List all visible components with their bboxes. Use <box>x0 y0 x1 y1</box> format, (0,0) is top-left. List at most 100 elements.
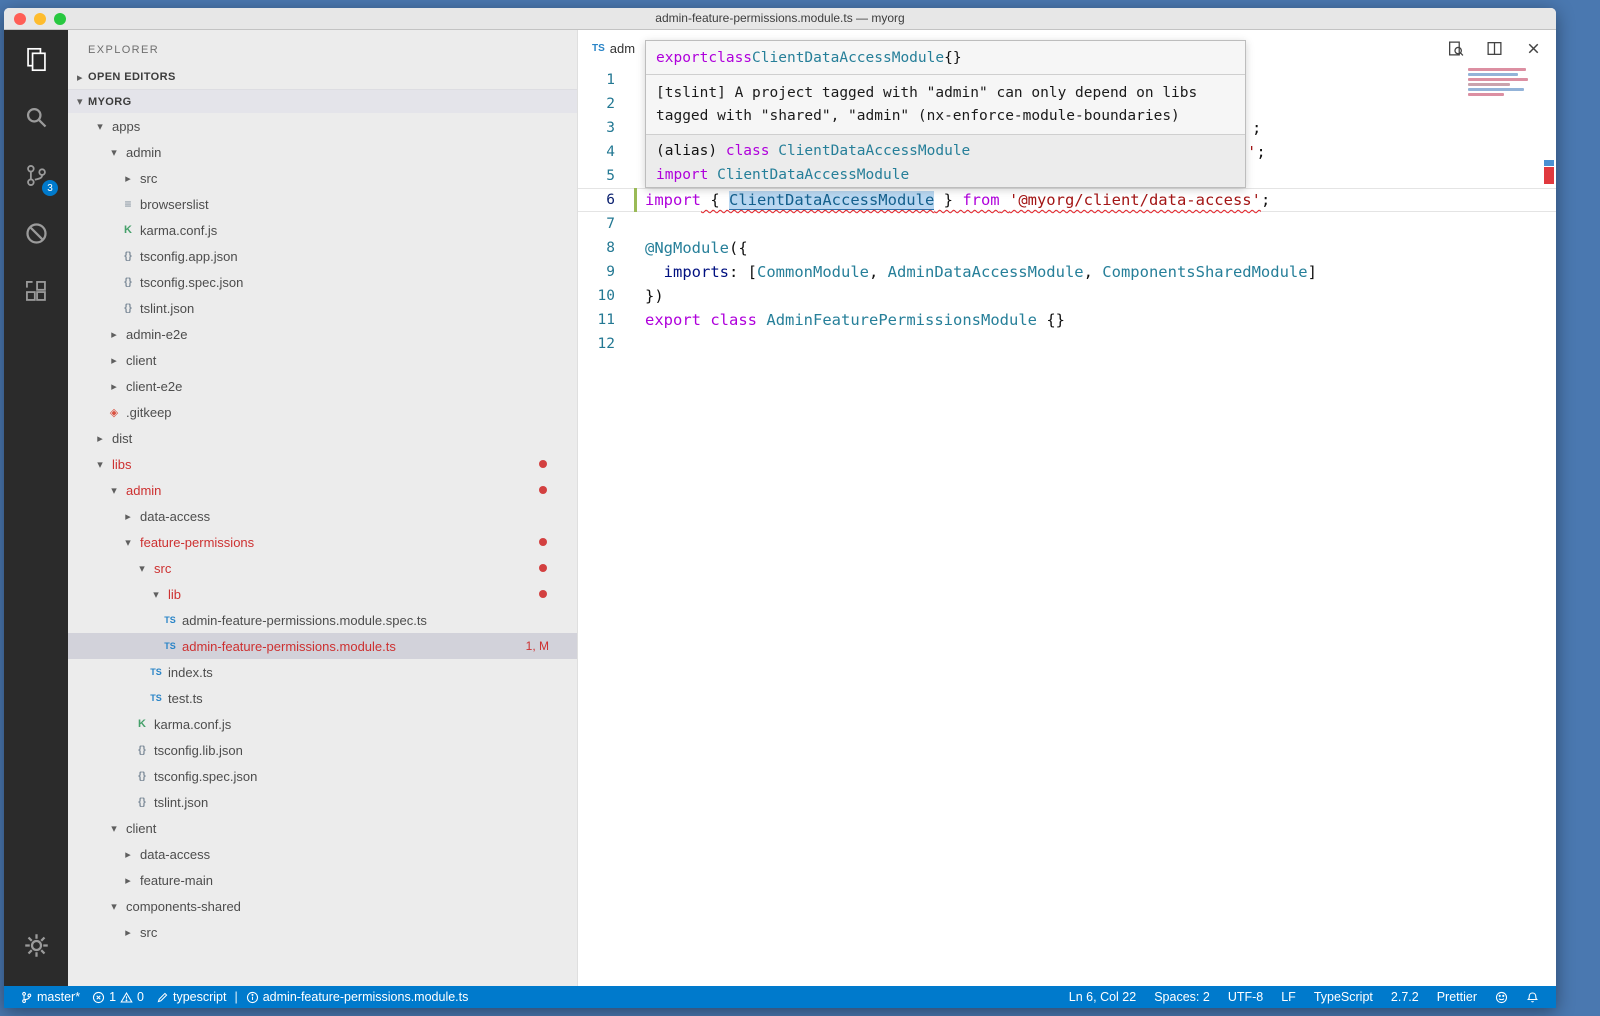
code-line-7[interactable]: 7 <box>578 212 1556 236</box>
code-token: ] <box>1308 263 1317 281</box>
feedback-status[interactable] <box>1486 991 1517 1004</box>
chevron-right-icon: ▸ <box>120 926 136 939</box>
close-editor-icon[interactable] <box>1525 40 1542 57</box>
tree-file-browserslist[interactable]: ≡browserslist <box>68 191 577 217</box>
tree-file-index.ts[interactable]: TSindex.ts <box>68 659 577 685</box>
indentation-status[interactable]: Spaces: 2 <box>1145 990 1219 1004</box>
tree-file-karma.conf.js[interactable]: Kkarma.conf.js <box>68 711 577 737</box>
ts-version-status[interactable]: 2.7.2 <box>1382 990 1428 1004</box>
json-file-icon: {} <box>120 277 136 288</box>
activitybar-settings[interactable] <box>4 916 68 974</box>
tree-folder-admin[interactable]: ▾admin <box>68 477 577 503</box>
activitybar-search[interactable] <box>4 88 68 146</box>
tree-folder-feature-permissions[interactable]: ▾feature-permissions <box>68 529 577 555</box>
code-token: imports <box>664 263 729 281</box>
tree-folder-lib[interactable]: ▾lib <box>68 581 577 607</box>
tree-folder-src[interactable]: ▸src <box>68 165 577 191</box>
tree-folder-data-access[interactable]: ▸data-access <box>68 503 577 529</box>
tree-item-label: tsconfig.lib.json <box>154 743 243 758</box>
ruler-error-mark <box>1544 167 1554 184</box>
tree-file-tsconfig.spec.json[interactable]: {}tsconfig.spec.json <box>68 763 577 789</box>
chevron-down-icon: ▾ <box>134 562 150 575</box>
code-line-11[interactable]: 11export class AdminFeaturePermissionsMo… <box>578 308 1556 332</box>
activitybar-extensions[interactable] <box>4 262 68 320</box>
tree-file-tslint.json[interactable]: {}tslint.json <box>68 295 577 321</box>
notifications-status[interactable] <box>1517 991 1548 1004</box>
overview-ruler[interactable] <box>1542 66 1556 986</box>
json-file-icon: {} <box>134 797 150 808</box>
code-token: class <box>710 311 757 329</box>
eol-status[interactable]: LF <box>1272 990 1305 1004</box>
open-preview-icon[interactable] <box>1447 40 1464 57</box>
tree-folder-client[interactable]: ▸client <box>68 347 577 373</box>
line-number: 8 <box>578 236 645 260</box>
linter-status[interactable]: typescript <box>150 986 233 1008</box>
tree-folder-admin-e2e[interactable]: ▸admin-e2e <box>68 321 577 347</box>
tree-file-karma.conf.js[interactable]: Kkarma.conf.js <box>68 217 577 243</box>
tree-item-label: lib <box>168 587 181 602</box>
chevron-right-icon: ▸ <box>106 354 122 367</box>
split-editor-icon[interactable] <box>1486 40 1503 57</box>
macos-close-button[interactable] <box>14 13 26 25</box>
tree-item-label: libs <box>112 457 132 472</box>
tree-file-tsconfig.app.json[interactable]: {}tsconfig.app.json <box>68 243 577 269</box>
tree-folder-components-shared[interactable]: ▾components-shared <box>68 893 577 919</box>
tree-file-tslint.json[interactable]: {}tslint.json <box>68 789 577 815</box>
symbol-link[interactable]: ClientDataAccessModule <box>729 191 934 210</box>
file-info-status[interactable]: admin-feature-permissions.module.ts <box>240 986 475 1008</box>
tree-file-admin-feature-permissions.module.ts[interactable]: TSadmin-feature-permissions.module.ts1, … <box>68 633 577 659</box>
tree-folder-apps[interactable]: ▾apps <box>68 113 577 139</box>
code-line-10[interactable]: 10}) <box>578 284 1556 308</box>
open-editors-section[interactable]: ▸ OPEN EDITORS <box>68 65 577 89</box>
line-number: 10 <box>578 284 645 308</box>
tree-item-label: admin <box>126 145 161 160</box>
tree-file-test.ts[interactable]: TStest.ts <box>68 685 577 711</box>
status-separator: | <box>232 990 239 1004</box>
tree-folder-dist[interactable]: ▸dist <box>68 425 577 451</box>
problems-status[interactable]: 1 0 <box>86 986 150 1008</box>
activitybar-debug[interactable] <box>4 204 68 262</box>
tree-file-tsconfig.lib.json[interactable]: {}tsconfig.lib.json <box>68 737 577 763</box>
code-line-9[interactable]: 9 imports: [CommonModule, AdminDataAcces… <box>578 260 1556 284</box>
macos-zoom-button[interactable] <box>54 13 66 25</box>
minimap[interactable] <box>1468 68 1532 98</box>
code-line-content <box>645 212 1556 236</box>
line-number: 9 <box>578 260 645 284</box>
code-area[interactable]: 123;4';56import { ClientDataAccessModule… <box>578 66 1556 986</box>
tree-folder-client[interactable]: ▾client <box>68 815 577 841</box>
tree-folder-client-e2e[interactable]: ▸client-e2e <box>68 373 577 399</box>
workspace-root-section[interactable]: ▾ MYORG <box>68 89 577 113</box>
encoding-status[interactable]: UTF-8 <box>1219 990 1272 1004</box>
language-status[interactable]: TypeScript <box>1305 990 1382 1004</box>
branch-label: master* <box>37 990 80 1004</box>
tree-folder-libs[interactable]: ▾libs <box>68 451 577 477</box>
macos-minimize-button[interactable] <box>34 13 46 25</box>
tree-file-admin-feature-permissions.module.spec.ts[interactable]: TSadmin-feature-permissions.module.spec.… <box>68 607 577 633</box>
tree-folder-src[interactable]: ▸src <box>68 919 577 945</box>
tree-folder-feature-main[interactable]: ▸feature-main <box>68 867 577 893</box>
git-branch-status[interactable]: master* <box>14 986 86 1008</box>
activitybar-source-control[interactable]: 3 <box>4 146 68 204</box>
code-token: '@myorg/client/data-access' <box>1009 191 1261 209</box>
explorer-sidebar: EXPLORER ▸ OPEN EDITORS ▾ MYORG ▾apps▾ad… <box>68 30 578 986</box>
activitybar-explorer[interactable] <box>4 30 68 88</box>
formatter-status[interactable]: Prettier <box>1428 990 1486 1004</box>
cursor-position-status[interactable]: Ln 6, Col 22 <box>1060 990 1145 1004</box>
hover-signature-line: export class ClientDataAccessModule {} <box>646 41 1245 74</box>
tree-item-label: src <box>154 561 171 576</box>
code-line-6[interactable]: 6import { ClientDataAccessModule } from … <box>578 188 1556 212</box>
tree-folder-data-access[interactable]: ▸data-access <box>68 841 577 867</box>
git-file-icon: ◈ <box>106 406 122 419</box>
tree-file-.gitkeep[interactable]: ◈.gitkeep <box>68 399 577 425</box>
pencil-icon <box>156 991 169 1004</box>
tab-admin-feature-permissions[interactable]: TS adm <box>592 41 635 56</box>
code-token: import <box>656 167 708 183</box>
sidebar-title: EXPLORER <box>68 30 577 65</box>
code-line-12[interactable]: 12 <box>578 332 1556 356</box>
tree-folder-src[interactable]: ▾ src <box>68 555 577 581</box>
code-line-content: @NgModule({ <box>645 236 1556 260</box>
code-line-8[interactable]: 8@NgModule({ <box>578 236 1556 260</box>
tree-folder-admin[interactable]: ▾admin <box>68 139 577 165</box>
tree-file-tsconfig.spec.json[interactable]: {}tsconfig.spec.json <box>68 269 577 295</box>
indentation-label: Spaces: 2 <box>1154 990 1210 1004</box>
